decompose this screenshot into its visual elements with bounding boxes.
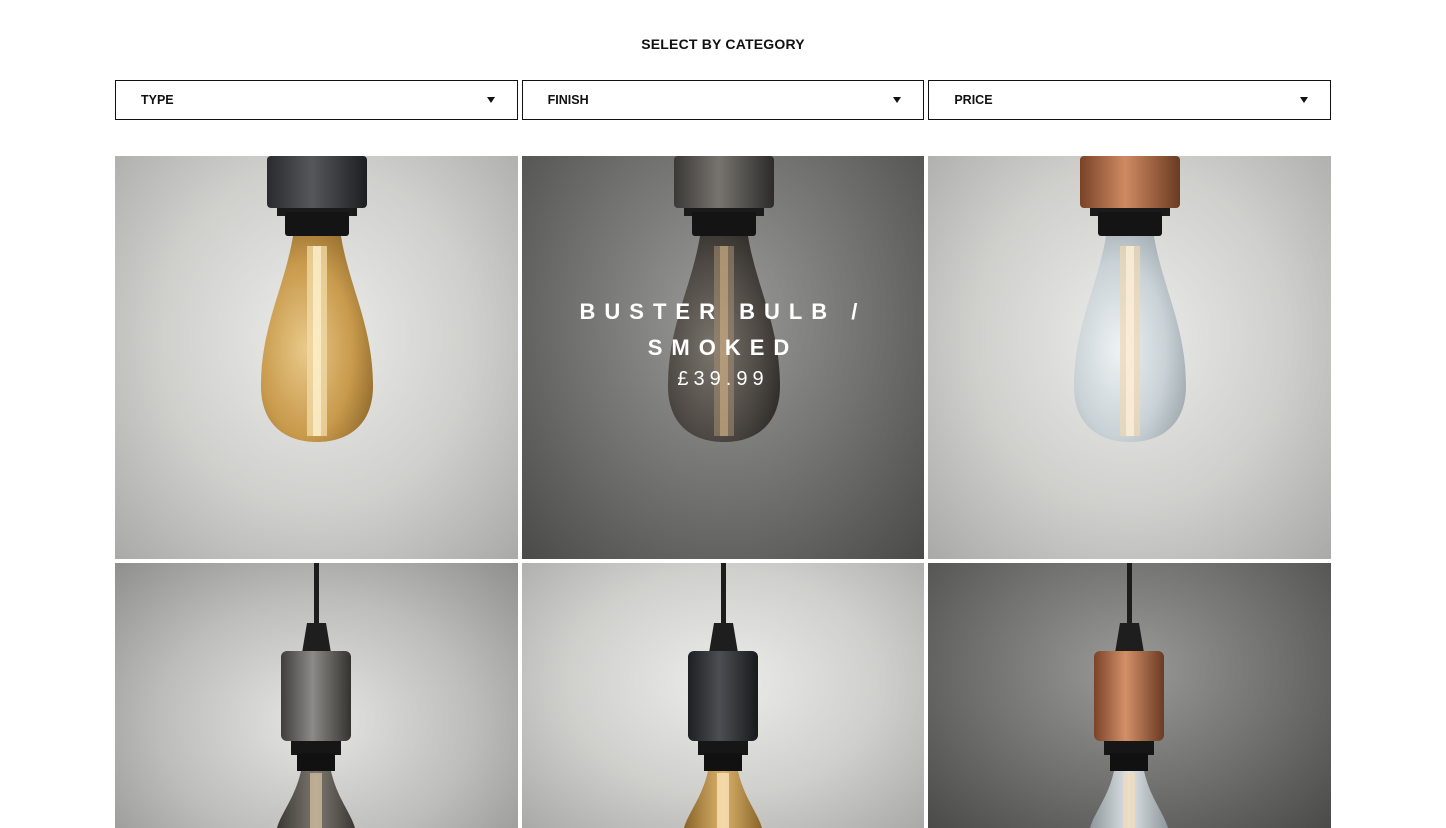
caret-down-icon bbox=[1300, 97, 1309, 103]
price-select-label: PRICE bbox=[954, 93, 993, 107]
product-price: £39.99 bbox=[677, 368, 769, 390]
price-select[interactable]: PRICE bbox=[928, 80, 1332, 120]
type-select-label: TYPE bbox=[141, 93, 174, 107]
finish-select[interactable]: FINISH bbox=[521, 80, 925, 120]
finish-select-label: FINISH bbox=[547, 93, 589, 107]
copper-pendant-image bbox=[1090, 563, 1169, 828]
product-title: BUSTER BULB / SMOKED bbox=[579, 299, 867, 360]
product-hover-overlay: BUSTER BULB / SMOKED £39.99 bbox=[522, 156, 925, 559]
product-tile[interactable] bbox=[928, 156, 1331, 559]
caret-down-icon bbox=[486, 97, 495, 103]
gunmetal-pendant-image bbox=[277, 563, 355, 828]
product-tile-hovered[interactable]: BUSTER BULB / SMOKED £39.99 bbox=[521, 156, 925, 559]
gold-bulb-image bbox=[261, 156, 373, 442]
type-select[interactable]: TYPE bbox=[115, 80, 518, 120]
caret-down-icon bbox=[893, 97, 902, 103]
product-tile[interactable] bbox=[115, 156, 518, 559]
product-grid: BUSTER BULB / SMOKED £39.99 bbox=[115, 156, 1331, 828]
graphite-pendant-image bbox=[683, 563, 762, 828]
product-tile[interactable] bbox=[115, 563, 518, 828]
product-tile[interactable] bbox=[928, 563, 1331, 828]
category-filters: TYPE FINISH PRICE bbox=[115, 80, 1332, 120]
product-tile[interactable] bbox=[521, 563, 925, 828]
page-heading: SELECT BY CATEGORY bbox=[641, 36, 805, 52]
clear-bulb-image bbox=[1074, 156, 1187, 442]
